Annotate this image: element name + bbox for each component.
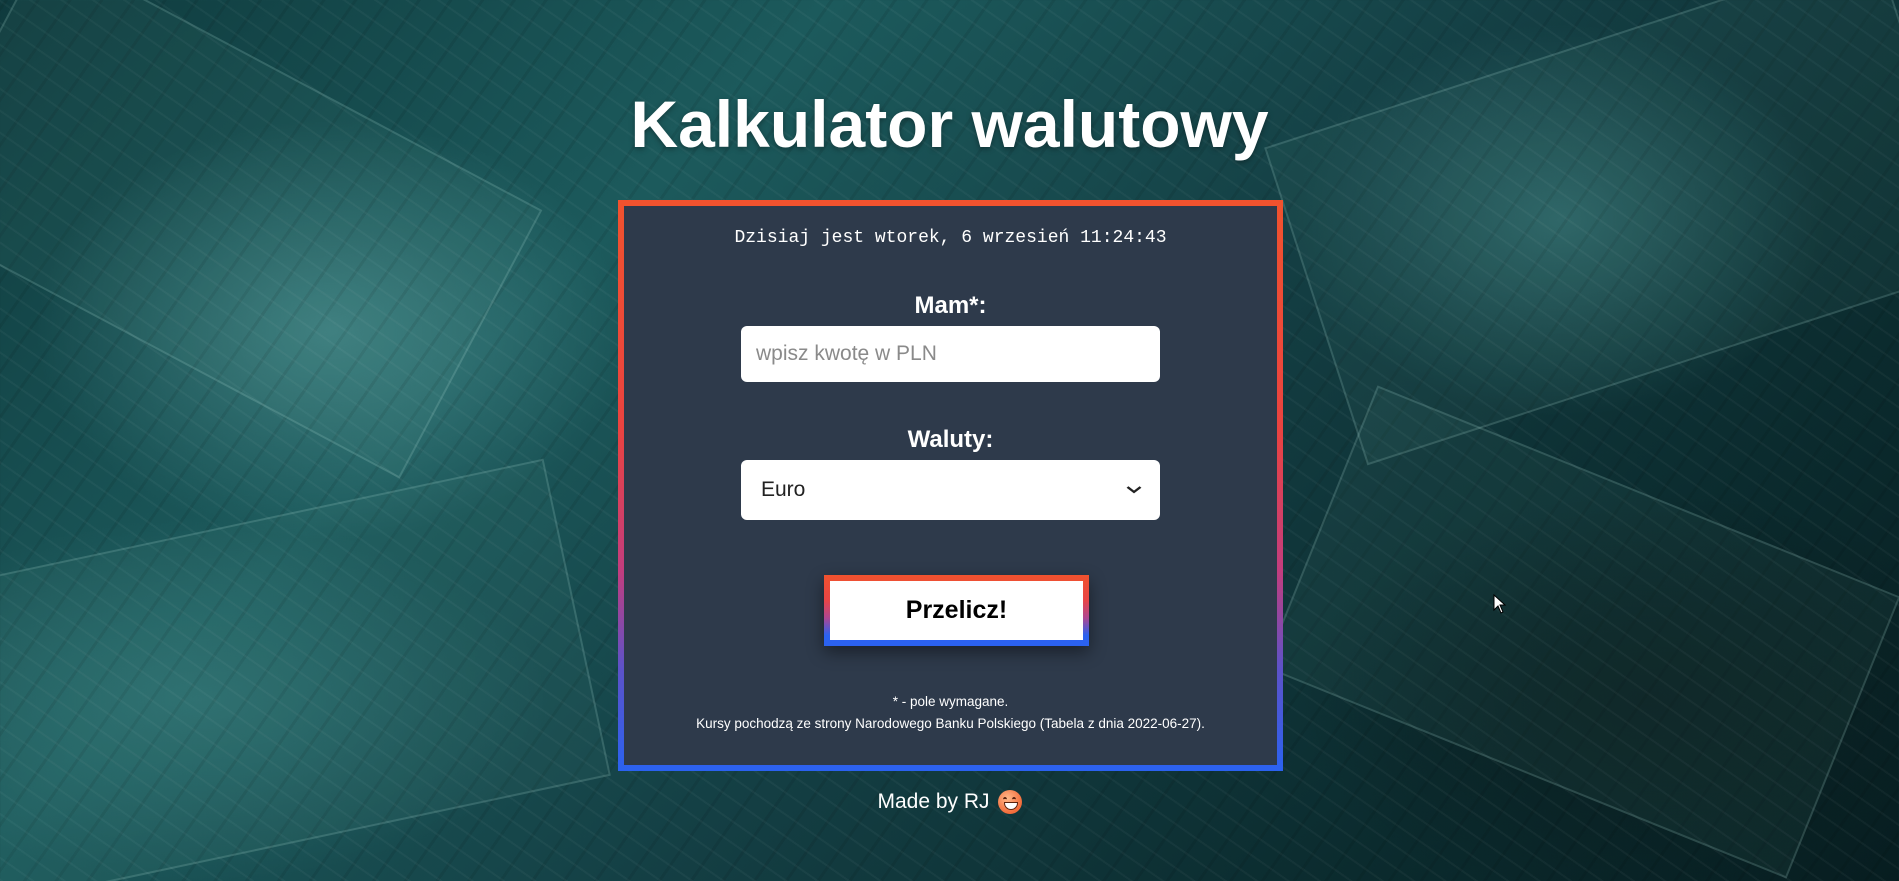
convert-button-frame[interactable]: Przelicz! xyxy=(824,575,1089,646)
grinning-face-icon xyxy=(997,790,1022,814)
mouse-cursor-icon xyxy=(1493,594,1507,614)
footer-text: Made by RJ xyxy=(877,790,990,813)
required-field-note: * - pole wymagane. xyxy=(892,694,1009,709)
background-banknote xyxy=(1264,0,1899,466)
calculator-card-border: Dzisiaj jest wtorek, 6 wrzesień 11:24:43… xyxy=(618,200,1283,771)
convert-button[interactable]: Przelicz! xyxy=(830,581,1083,640)
chevron-down-icon xyxy=(1126,481,1142,499)
calculator-card: Dzisiaj jest wtorek, 6 wrzesień 11:24:43… xyxy=(624,206,1277,765)
page-title: Kalkulator walutowy xyxy=(630,87,1269,161)
amount-input[interactable] xyxy=(741,326,1160,382)
currency-selected-value: Euro xyxy=(761,478,806,501)
currency-select[interactable]: Euro xyxy=(741,460,1160,520)
background-banknote xyxy=(0,0,543,479)
currency-label: Waluty: xyxy=(907,426,994,453)
background-banknote xyxy=(0,458,611,881)
footer: Made by RJ xyxy=(0,790,1899,814)
amount-label: Mam*: xyxy=(914,292,987,319)
rates-source-note: Kursy pochodzą ze strony Narodowego Bank… xyxy=(696,716,1205,731)
current-date-time: Dzisiaj jest wtorek, 6 wrzesień 11:24:43 xyxy=(734,228,1167,248)
